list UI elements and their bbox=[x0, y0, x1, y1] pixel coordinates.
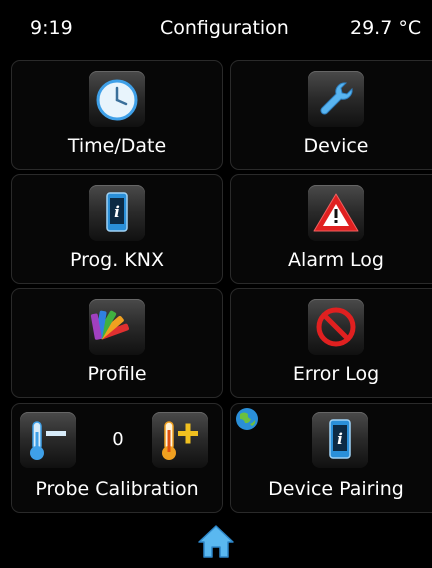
tile-time-date[interactable]: Time/Date bbox=[11, 60, 223, 170]
tile-label: Device Pairing bbox=[268, 478, 404, 500]
bottom-nav bbox=[0, 517, 432, 568]
thermometer-minus-icon[interactable] bbox=[20, 412, 76, 468]
tile-label: Alarm Log bbox=[288, 249, 384, 271]
tile-label: Probe Calibration bbox=[35, 478, 199, 500]
tile-alarm-log[interactable]: Alarm Log bbox=[230, 174, 432, 284]
tile-profile[interactable]: Profile bbox=[11, 288, 223, 398]
home-icon[interactable] bbox=[196, 521, 236, 561]
tile-device[interactable]: Device bbox=[230, 60, 432, 170]
tile-error-log[interactable]: Error Log bbox=[230, 288, 432, 398]
phone-info-icon: i bbox=[312, 412, 368, 468]
tile-label: Error Log bbox=[292, 363, 380, 385]
temperature-readout: 29.7 °C bbox=[350, 17, 422, 39]
phone-info-icon: i bbox=[89, 185, 145, 241]
tile-probe-calibration: 0 Probe Calibration bbox=[11, 403, 223, 513]
wrench-icon bbox=[308, 71, 364, 127]
tile-label: Prog. KNX bbox=[70, 249, 164, 271]
clock-time: 9:19 bbox=[30, 17, 73, 39]
status-bar: 9:19 Configuration 29.7 °C bbox=[0, 0, 432, 56]
tile-label: Device bbox=[303, 135, 369, 157]
color-palette-icon bbox=[89, 299, 145, 355]
svg-text:i: i bbox=[337, 430, 343, 448]
prohibited-icon bbox=[308, 299, 364, 355]
thermometer-plus-icon[interactable] bbox=[152, 412, 208, 468]
tile-label: Time/Date bbox=[67, 135, 167, 157]
tile-label: Profile bbox=[87, 363, 147, 385]
warning-triangle-icon bbox=[308, 185, 364, 241]
clock-icon bbox=[89, 71, 145, 127]
tile-prog-knx[interactable]: i Prog. KNX bbox=[11, 174, 223, 284]
svg-text:i: i bbox=[114, 203, 120, 221]
tile-device-pairing[interactable]: i Device Pairing bbox=[230, 403, 432, 513]
probe-offset-value: 0 bbox=[112, 429, 124, 450]
page-title: Configuration bbox=[160, 17, 289, 39]
globe-icon bbox=[236, 408, 258, 430]
